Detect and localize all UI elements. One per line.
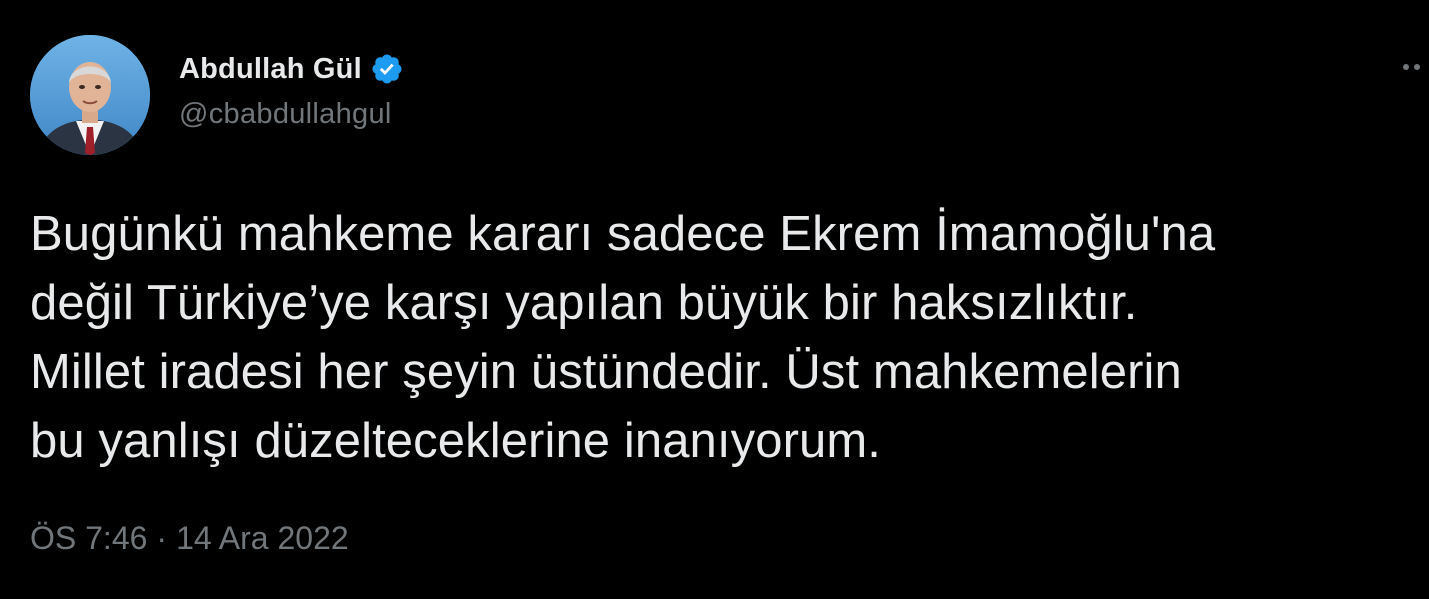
tweet-date: 14 Ara 2022 — [176, 520, 349, 556]
name-row: Abdullah Gül — [179, 48, 404, 90]
author-block: Abdullah Gül @cbabdullahgul — [179, 48, 404, 131]
tweet-card: Abdullah Gül @cbabdullahgul Bugünkü mahk… — [0, 0, 1429, 599]
author-display-name[interactable]: Abdullah Gül — [179, 53, 362, 86]
verified-badge-icon — [370, 52, 404, 86]
more-options-icon[interactable] — [1399, 52, 1429, 82]
tweet-time: ÖS 7:46 — [30, 520, 148, 556]
meta-separator: · — [156, 520, 168, 556]
tweet-timestamp[interactable]: ÖS 7:46 · 14 Ara 2022 — [30, 520, 349, 557]
avatar-image — [30, 35, 150, 155]
avatar[interactable] — [30, 35, 150, 155]
tweet-text: Bugünkü mahkeme kararı sadece Ekrem İmam… — [30, 207, 1216, 468]
author-handle[interactable]: @cbabdullahgul — [179, 98, 404, 131]
